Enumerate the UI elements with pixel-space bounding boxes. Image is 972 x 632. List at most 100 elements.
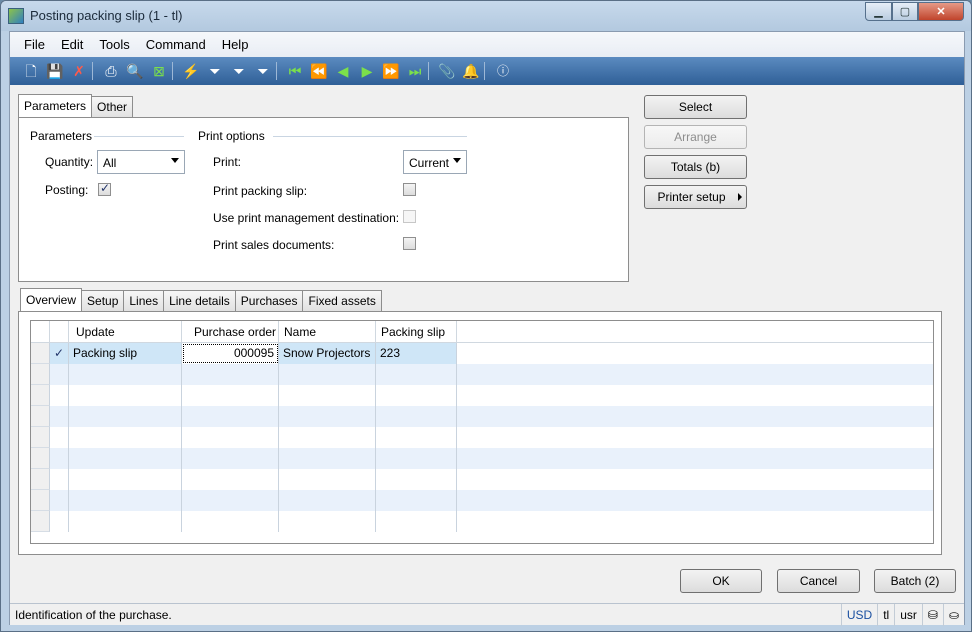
empty-cell[interactable] (50, 469, 69, 490)
empty-cell[interactable] (31, 511, 50, 532)
tab-setup[interactable]: Setup (81, 290, 125, 311)
empty-cell[interactable] (279, 511, 376, 532)
empty-cell[interactable] (279, 364, 376, 385)
empty-cell[interactable] (182, 406, 279, 427)
database-icon[interactable]: ⛁ (921, 603, 943, 626)
empty-cell[interactable] (279, 385, 376, 406)
delete-icon[interactable]: ✗ (68, 60, 90, 82)
empty-cell[interactable] (376, 448, 457, 469)
batch-button[interactable]: Batch (2) (874, 569, 956, 593)
empty-cell[interactable] (376, 511, 457, 532)
alert-icon[interactable]: 🔔 (460, 60, 482, 82)
empty-cell[interactable] (50, 364, 69, 385)
status-currency[interactable]: USD (840, 603, 877, 626)
empty-cell[interactable] (376, 364, 457, 385)
column-header-packing-slip[interactable]: Packing slip (376, 321, 457, 343)
empty-cell[interactable] (69, 490, 182, 511)
printer-setup-button[interactable]: Printer setup (644, 185, 747, 209)
empty-cell[interactable] (50, 406, 69, 427)
filter-by-selection-icon[interactable]: ⚡ (180, 60, 202, 82)
ok-button[interactable]: OK (680, 569, 762, 593)
empty-cell[interactable] (182, 427, 279, 448)
column-header-name[interactable]: Name (279, 321, 376, 343)
empty-table-row[interactable] (31, 427, 933, 448)
minimize-button[interactable]: ▁ (865, 2, 892, 21)
table-row[interactable]: ✓ Packing slip 000095 Snow Projectors 223 (31, 343, 933, 364)
empty-cell[interactable] (69, 448, 182, 469)
next-page-icon[interactable]: ⏩ (380, 60, 402, 82)
empty-cell[interactable] (50, 427, 69, 448)
menu-tools[interactable]: Tools (91, 32, 137, 57)
quantity-select[interactable]: All (97, 150, 185, 174)
print-select[interactable]: Current (403, 150, 467, 174)
new-icon[interactable]: 🗋 (20, 60, 42, 82)
last-record-icon[interactable]: ⏭ (404, 60, 426, 82)
empty-cell[interactable] (31, 427, 50, 448)
name-cell[interactable]: Snow Projectors (279, 343, 376, 364)
empty-table-row[interactable] (31, 448, 933, 469)
empty-cell[interactable] (182, 385, 279, 406)
print-packing-slip-checkbox[interactable] (403, 183, 416, 196)
posting-checkbox[interactable] (98, 181, 111, 196)
print-preview-icon[interactable]: 🔍 (124, 60, 146, 82)
maximize-button[interactable]: ▢ (892, 2, 918, 21)
remove-filter-icon[interactable]: ⏷ (252, 60, 274, 82)
filter-by-grid-icon[interactable]: ⏷ (204, 60, 226, 82)
column-header-update[interactable]: Update (69, 321, 182, 343)
empty-cell[interactable] (376, 490, 457, 511)
empty-cell[interactable] (31, 469, 50, 490)
tab-overview[interactable]: Overview (20, 288, 83, 311)
save-icon[interactable]: 💾 (44, 60, 66, 82)
empty-cell[interactable] (50, 511, 69, 532)
empty-table-row[interactable] (31, 469, 933, 490)
first-record-icon[interactable]: ⏮ (284, 60, 306, 82)
tab-lines[interactable]: Lines (123, 290, 165, 311)
tab-parameters[interactable]: Parameters (18, 94, 93, 117)
column-header-purchase-order[interactable]: Purchase order (182, 321, 279, 343)
empty-table-row[interactable] (31, 406, 933, 427)
update-cell[interactable]: Packing slip (69, 343, 182, 364)
server-icon[interactable]: ⛀ (942, 603, 964, 626)
empty-cell[interactable] (31, 490, 50, 511)
print-icon[interactable]: ⎙ (100, 60, 122, 82)
next-record-icon[interactable]: ▶ (356, 60, 378, 82)
excel-icon[interactable]: ⊠ (148, 60, 170, 82)
empty-cell[interactable] (279, 469, 376, 490)
empty-cell[interactable] (182, 448, 279, 469)
empty-table-row[interactable] (31, 385, 933, 406)
empty-table-row[interactable] (31, 490, 933, 511)
status-company[interactable]: tl (877, 603, 894, 626)
empty-cell[interactable] (376, 385, 457, 406)
empty-cell[interactable] (69, 364, 182, 385)
arrange-button[interactable]: Arrange (644, 125, 747, 149)
empty-cell[interactable] (69, 385, 182, 406)
empty-cell[interactable] (182, 511, 279, 532)
row-selector[interactable] (31, 343, 50, 364)
empty-cell[interactable] (279, 406, 376, 427)
menu-edit[interactable]: Edit (53, 32, 91, 57)
empty-cell[interactable] (279, 427, 376, 448)
previous-page-icon[interactable]: ⏪ (308, 60, 330, 82)
empty-cell[interactable] (182, 490, 279, 511)
tab-line-details[interactable]: Line details (163, 290, 236, 311)
tab-fixed-assets[interactable]: Fixed assets (302, 290, 382, 311)
empty-cell[interactable] (69, 406, 182, 427)
advanced-filter-icon[interactable]: ⏷ (228, 60, 250, 82)
tab-other[interactable]: Other (91, 96, 134, 117)
close-button[interactable]: ✕ (918, 2, 964, 21)
select-button[interactable]: Select (644, 95, 747, 119)
empty-cell[interactable] (69, 469, 182, 490)
empty-cell[interactable] (279, 490, 376, 511)
mark-cell[interactable]: ✓ (50, 343, 69, 364)
menu-help[interactable]: Help (214, 32, 257, 57)
totals-button[interactable]: Totals (b) (644, 155, 747, 179)
empty-cell[interactable] (31, 448, 50, 469)
menu-command[interactable]: Command (138, 32, 214, 57)
empty-table-row[interactable] (31, 364, 933, 385)
empty-cell[interactable] (69, 511, 182, 532)
menu-file[interactable]: File (16, 32, 53, 57)
packing-slip-cell[interactable]: 223 (376, 343, 457, 364)
help-icon[interactable]: ⓘ (492, 60, 514, 82)
attachments-icon[interactable]: 📎 (436, 60, 458, 82)
empty-table-row[interactable] (31, 511, 933, 532)
